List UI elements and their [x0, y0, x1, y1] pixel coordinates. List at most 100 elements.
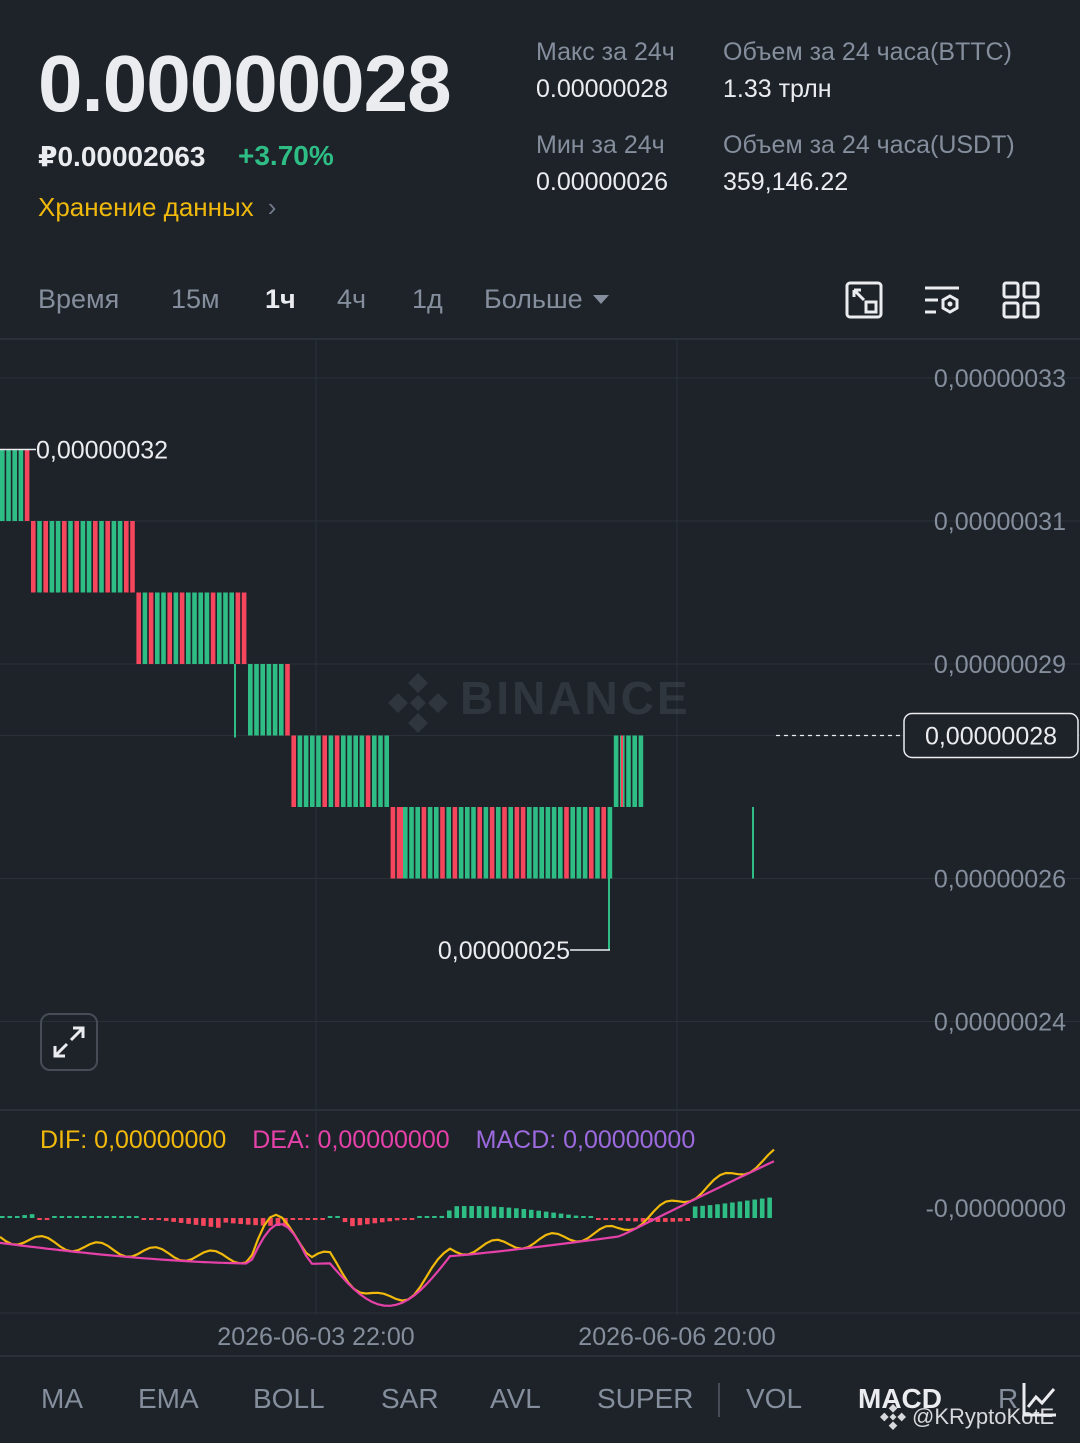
macd-histogram-bar	[551, 1212, 556, 1218]
macd-legend: DIF: 0,00000000 DEA: 0,00000000 MACD: 0,…	[40, 1126, 695, 1155]
candle	[440, 807, 445, 879]
macd-histogram-bar	[737, 1201, 743, 1218]
divider	[718, 1383, 720, 1417]
macd-histogram-bar	[111, 1216, 117, 1218]
macd-histogram-bar	[335, 1216, 340, 1218]
macd-histogram-bar	[491, 1206, 497, 1218]
price-chart[interactable]: BINANCE 0,00000033 0,00000031 0,00000029 0,…	[0, 340, 1080, 1355]
tab-time[interactable]: Время	[38, 284, 119, 315]
stat-value: 0.00000028	[536, 75, 669, 103]
expand-chart-button[interactable]	[40, 1013, 98, 1071]
tab-4h[interactable]: 4ч	[337, 284, 366, 315]
macd-histogram-bar	[722, 1203, 728, 1218]
storage-link[interactable]: Хранение данных ›	[38, 192, 276, 223]
macd-histogram-bar	[499, 1207, 504, 1218]
legend-dea: DEA: 0,00000000	[252, 1126, 450, 1154]
indicator-ema[interactable]: EMA	[138, 1383, 199, 1415]
tab-1h[interactable]: 1ч	[265, 284, 296, 315]
macd-histogram-bar	[707, 1205, 713, 1218]
price-axis-label: 0,00000031	[934, 508, 1066, 536]
candle	[316, 735, 321, 807]
candle	[632, 735, 637, 807]
macd-histogram-bar	[394, 1218, 400, 1221]
author-watermark: @KRyptoKotE	[880, 1404, 1054, 1430]
candle	[223, 592, 228, 664]
chart-settings-icon[interactable]	[844, 280, 884, 320]
candle	[477, 807, 482, 879]
macd-histogram-bar	[208, 1218, 214, 1227]
indicator-sar[interactable]: SAR	[381, 1383, 439, 1415]
indicator-ma[interactable]: MA	[41, 1383, 83, 1415]
candle	[303, 735, 309, 807]
macd-histogram-bar	[29, 1214, 35, 1218]
candle	[626, 735, 631, 807]
macd-histogram-bar	[201, 1218, 206, 1226]
tab-more[interactable]: Больше	[484, 284, 609, 315]
stat-value: 359,146.22	[723, 168, 849, 196]
candle	[359, 735, 365, 807]
candle	[210, 592, 216, 664]
candle	[334, 735, 340, 807]
candle	[421, 807, 427, 879]
candle	[446, 807, 451, 879]
candle	[527, 807, 532, 879]
macd-histogram-bar	[253, 1218, 258, 1226]
macd-histogram-bar	[409, 1218, 415, 1220]
macd-histogram-bar	[670, 1218, 676, 1222]
macd-histogram-bar	[536, 1210, 541, 1218]
macd-histogram-bar	[67, 1216, 72, 1218]
macd-histogram-bar	[186, 1218, 191, 1224]
indicator-settings-icon[interactable]	[922, 280, 962, 320]
candle	[241, 592, 247, 664]
macd-histogram-bar	[767, 1197, 772, 1218]
price-axis: 0,000000330,000000310,000000290,00000028…	[934, 365, 1066, 1037]
expand-icon	[53, 1026, 85, 1058]
candle	[638, 735, 644, 807]
stat-value: 1.33 трлн	[723, 75, 832, 103]
candle	[310, 735, 315, 807]
macd-dif-line	[0, 1148, 775, 1302]
candle	[105, 521, 110, 593]
candle	[558, 807, 563, 879]
macd-histogram-bar	[312, 1218, 318, 1220]
grid-layout-icon[interactable]	[1001, 280, 1041, 320]
macd-histogram-bar	[447, 1210, 452, 1218]
macd-histogram-bar	[327, 1216, 333, 1218]
candle	[192, 592, 197, 664]
candle	[601, 807, 606, 879]
indicator-super[interactable]: SUPER	[597, 1383, 693, 1415]
candle	[396, 807, 402, 879]
price-axis-label: 0,00000033	[934, 365, 1066, 393]
candle	[595, 807, 600, 879]
tab-15m[interactable]: 15м	[171, 284, 220, 315]
macd-histogram-bar	[156, 1218, 162, 1221]
candle	[365, 735, 371, 807]
indicator-avl[interactable]: AVL	[490, 1383, 541, 1415]
candle	[564, 807, 569, 879]
macd-histogram-bar	[342, 1218, 348, 1223]
macd-histogram-bar	[163, 1218, 169, 1221]
candle	[12, 449, 17, 521]
candle	[37, 521, 42, 593]
indicator-vol[interactable]: VOL	[746, 1383, 802, 1415]
chevron-right-icon: ›	[267, 192, 277, 222]
candle	[186, 592, 191, 664]
binance-logo-icon	[388, 673, 448, 733]
macd-histogram-bar	[417, 1216, 422, 1218]
macd-histogram-bar	[469, 1206, 474, 1218]
timeframe-bar: Время 15м 1ч 4ч 1д Больше	[0, 272, 1080, 332]
last-price-label: 0,00000028	[925, 723, 1057, 751]
macd-histogram-bar	[528, 1209, 534, 1218]
candle	[266, 664, 272, 736]
candle	[502, 807, 507, 879]
candle	[353, 735, 358, 807]
macd-histogram-bar	[439, 1215, 445, 1218]
indicator-boll[interactable]: BOLL	[253, 1383, 325, 1415]
macd-histogram-bar	[588, 1216, 594, 1218]
macd-histogram-bar	[357, 1218, 363, 1226]
stat-label: Мин за 24ч	[536, 131, 665, 159]
macd-dea-line	[0, 1160, 775, 1307]
candle-wick	[401, 807, 403, 879]
tab-1d[interactable]: 1д	[412, 284, 443, 315]
macd-histogram-bar	[193, 1218, 199, 1225]
